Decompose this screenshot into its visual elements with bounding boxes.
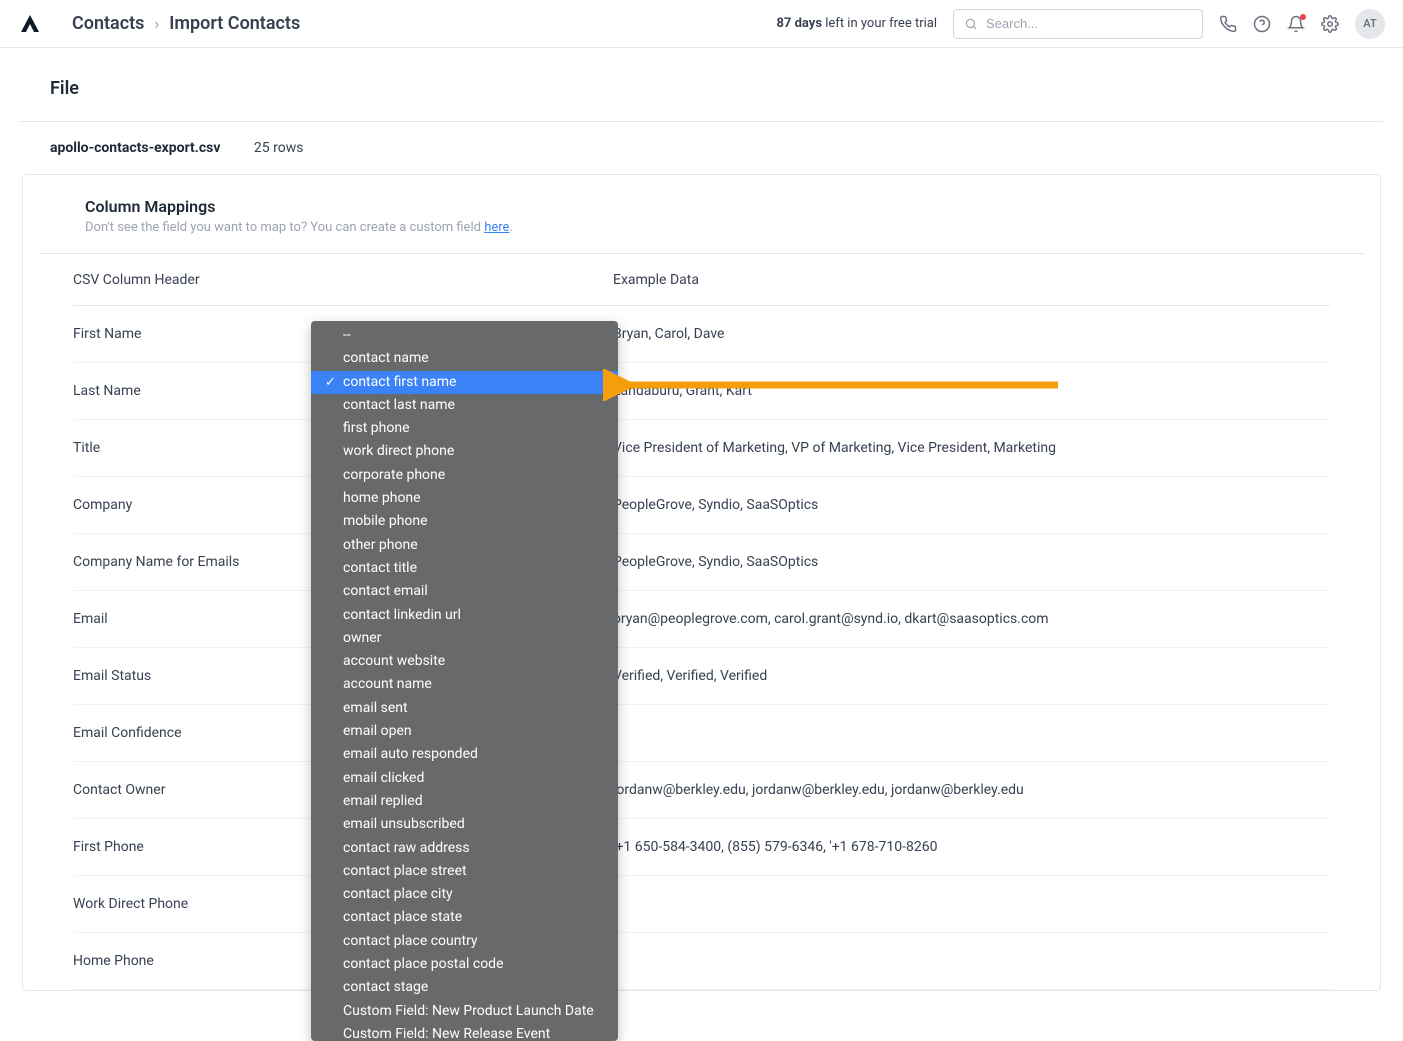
dropdown-option[interactable]: owner: [311, 627, 618, 650]
csv-header-cell: Home Phone: [73, 953, 333, 969]
table-row: Work Direct Phone: [73, 876, 1330, 933]
create-custom-field-link[interactable]: here: [484, 220, 509, 235]
field-mapping-dropdown[interactable]: --contact namecontact first namecontact …: [311, 321, 618, 1041]
avatar[interactable]: AT: [1355, 9, 1385, 39]
dropdown-option[interactable]: email clicked: [311, 767, 618, 790]
table-row: Title Vice President of Marketing, VP of …: [73, 420, 1330, 477]
dropdown-option[interactable]: contact last name: [311, 394, 618, 417]
dropdown-option[interactable]: contact place country: [311, 930, 618, 953]
dropdown-option[interactable]: account website: [311, 650, 618, 673]
csv-header-cell: First Phone: [73, 839, 333, 855]
dropdown-option[interactable]: contact title: [311, 557, 618, 580]
breadcrumb: Contacts › Import Contacts: [72, 13, 300, 34]
mappings-subtitle: Don't see the field you want to map to? …: [85, 220, 1318, 235]
header-example-data: Example Data: [613, 272, 1330, 288]
phone-icon[interactable]: [1219, 15, 1237, 33]
header-csv-column: CSV Column Header: [73, 272, 333, 288]
example-data-cell: PeopleGrove, Syndio, SaaSOptics: [613, 554, 1330, 570]
example-data-cell: '+1 650-584-3400, (855) 579-6346, '+1 67…: [613, 839, 1330, 855]
trial-banner: 87 days left in your free trial: [776, 16, 937, 31]
notification-dot: [1300, 14, 1306, 20]
dropdown-option[interactable]: email replied: [311, 790, 618, 813]
chevron-right-icon: ›: [154, 14, 159, 33]
mappings-card: Column Mappings Don't see the field you …: [22, 174, 1381, 991]
help-icon[interactable]: [1253, 15, 1271, 33]
dropdown-option[interactable]: Custom Field: New Product Launch Date: [311, 1000, 618, 1023]
example-data-cell: bryan@peoplegrove.com, carol.grant@synd.…: [613, 611, 1330, 627]
dropdown-option[interactable]: work direct phone: [311, 440, 618, 463]
search-box[interactable]: [953, 9, 1203, 39]
dropdown-option[interactable]: contact stage: [311, 976, 618, 999]
table-row: Company PeopleGrove, Syndio, SaaSOptics: [73, 477, 1330, 534]
dropdown-option[interactable]: mobile phone: [311, 510, 618, 533]
dropdown-option[interactable]: contact place city: [311, 883, 618, 906]
csv-header-cell: First Name: [73, 326, 333, 342]
dropdown-option[interactable]: first phone: [311, 417, 618, 440]
bell-icon[interactable]: [1287, 15, 1305, 33]
table-row: Email bryan@peoplegrove.com, carol.grant@…: [73, 591, 1330, 648]
app-logo[interactable]: [18, 12, 42, 36]
table-row: Last Name Landaburu, Grant, Kart: [73, 363, 1330, 420]
example-data-cell: Vice President of Marketing, VP of Marke…: [613, 440, 1330, 456]
dropdown-option[interactable]: contact place postal code: [311, 953, 618, 976]
mappings-title: Column Mappings: [85, 197, 1318, 216]
example-data-cell: PeopleGrove, Syndio, SaaSOptics: [613, 497, 1330, 513]
table-row: First Name Bryan, Carol, Dave: [73, 306, 1330, 363]
csv-header-cell: Email Confidence: [73, 725, 333, 741]
search-icon: [964, 17, 978, 31]
csv-header-cell: Email Status: [73, 668, 333, 684]
dropdown-option[interactable]: --: [311, 324, 618, 347]
gear-icon[interactable]: [1321, 15, 1339, 33]
dropdown-option[interactable]: Custom Field: New Release Event: [311, 1023, 618, 1041]
table-row: Email Status Verified, Verified, Verified: [73, 648, 1330, 705]
dropdown-option[interactable]: email unsubscribed: [311, 813, 618, 836]
example-data-cell: Verified, Verified, Verified: [613, 668, 1330, 684]
table-header: CSV Column Header Example Data: [73, 254, 1330, 306]
dropdown-option[interactable]: contact place state: [311, 906, 618, 929]
csv-header-cell: Work Direct Phone: [73, 896, 333, 912]
example-data-cell: Bryan, Carol, Dave: [613, 326, 1330, 342]
dropdown-option[interactable]: contact raw address: [311, 837, 618, 860]
table-row: Company Name for Emails PeopleGrove, Synd…: [73, 534, 1330, 591]
search-input[interactable]: [986, 16, 1192, 31]
row-count: 25 rows: [254, 140, 304, 156]
table-row: First Phone '+1 650-584-3400, (855) 579-6…: [73, 819, 1330, 876]
dropdown-option[interactable]: email auto responded: [311, 743, 618, 766]
breadcrumb-import: Import Contacts: [169, 13, 300, 34]
dropdown-option[interactable]: account name: [311, 673, 618, 696]
example-data-cell: jordanw@berkley.edu, jordanw@berkley.edu…: [613, 782, 1330, 798]
dropdown-option[interactable]: contact linkedin url: [311, 604, 618, 627]
dropdown-option[interactable]: contact first name: [311, 371, 618, 394]
example-data-cell: Landaburu, Grant, Kart: [613, 383, 1330, 399]
dropdown-option[interactable]: corporate phone: [311, 464, 618, 487]
dropdown-option[interactable]: other phone: [311, 534, 618, 557]
file-info-row: apollo-contacts-export.csv 25 rows: [20, 122, 1383, 174]
csv-header-cell: Email: [73, 611, 333, 627]
dropdown-option[interactable]: email open: [311, 720, 618, 743]
csv-header-cell: Contact Owner: [73, 782, 333, 798]
dropdown-option[interactable]: contact place street: [311, 860, 618, 883]
table-row: Home Phone: [73, 933, 1330, 990]
file-section-title: File: [20, 78, 1383, 122]
dropdown-option[interactable]: contact name: [311, 347, 618, 370]
breadcrumb-contacts[interactable]: Contacts: [72, 13, 144, 34]
csv-header-cell: Title: [73, 440, 333, 456]
dropdown-option[interactable]: home phone: [311, 487, 618, 510]
csv-header-cell: Company: [73, 497, 333, 513]
mappings-table: CSV Column Header Example Data First Nam…: [23, 254, 1380, 990]
dropdown-option[interactable]: contact email: [311, 580, 618, 603]
csv-header-cell: Last Name: [73, 383, 333, 399]
csv-header-cell: Company Name for Emails: [73, 554, 333, 570]
uploaded-filename: apollo-contacts-export.csv: [50, 140, 220, 156]
table-row: Email Confidence: [73, 705, 1330, 762]
table-row: Contact Owner jordanw@berkley.edu, jordan…: [73, 762, 1330, 819]
dropdown-option[interactable]: email sent: [311, 697, 618, 720]
app-header: Contacts › Import Contacts 87 days left …: [0, 0, 1403, 48]
